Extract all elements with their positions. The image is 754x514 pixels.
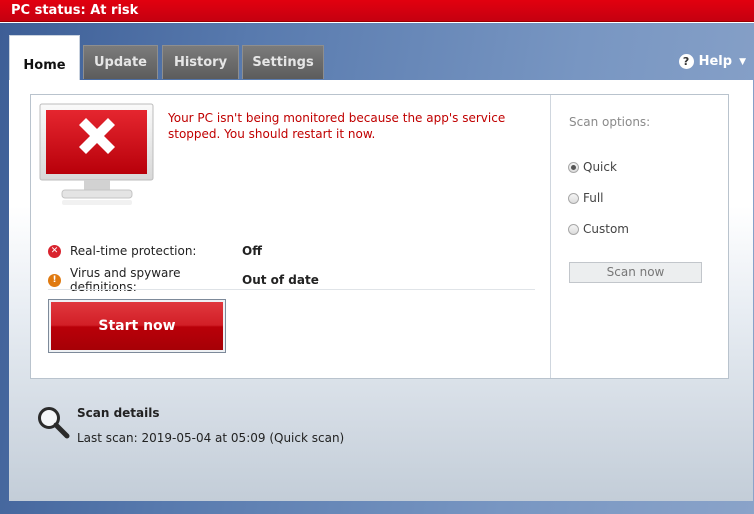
magnifier-icon bbox=[38, 407, 70, 439]
help-button[interactable]: ? Help ▼ bbox=[678, 54, 746, 69]
start-now-label: Start now bbox=[51, 302, 223, 350]
tab-update-label: Update bbox=[94, 55, 147, 70]
scan-option-custom[interactable]: Custom bbox=[568, 222, 629, 236]
status-label: Real-time protection: bbox=[70, 244, 197, 258]
error-icon: ✕ bbox=[48, 244, 61, 258]
radio-label: Custom bbox=[583, 222, 629, 236]
radio-button[interactable] bbox=[568, 161, 579, 173]
radio-label: Quick bbox=[583, 160, 617, 174]
radio-button[interactable] bbox=[568, 223, 579, 235]
help-icon: ? bbox=[678, 54, 694, 69]
red-x-monitor-icon bbox=[39, 103, 154, 205]
tab-history-label: History bbox=[173, 55, 228, 70]
last-scan-line: Last scan: 2019-05-04 at 05:09 (Quick sc… bbox=[77, 431, 344, 445]
radio-button[interactable] bbox=[568, 192, 579, 204]
status-panel: Your PC isn't being monitored because th… bbox=[30, 94, 729, 379]
last-scan-value: 2019-05-04 at 05:09 (Quick scan) bbox=[141, 431, 345, 445]
tab-settings[interactable]: Settings bbox=[242, 45, 324, 79]
status-value: Out of date bbox=[242, 273, 319, 287]
scan-now-button[interactable]: Scan now bbox=[569, 262, 702, 283]
tab-history[interactable]: History bbox=[162, 45, 239, 79]
title-bar: PC status: At risk bbox=[0, 0, 754, 22]
last-scan-label: Last scan: bbox=[77, 431, 138, 445]
tab-home[interactable]: Home bbox=[9, 35, 80, 81]
window-title: PC status: At risk bbox=[11, 3, 139, 18]
alert-message: Your PC isn't being monitored because th… bbox=[168, 111, 506, 141]
scan-options-title: Scan options: bbox=[569, 115, 651, 129]
radio-label: Full bbox=[583, 191, 604, 205]
scan-option-quick[interactable]: Quick bbox=[568, 160, 617, 174]
scan-details-title: Scan details bbox=[77, 406, 160, 420]
divider bbox=[48, 289, 535, 290]
status-value: Off bbox=[242, 244, 262, 258]
scan-option-full[interactable]: Full bbox=[568, 191, 604, 205]
tab-home-label: Home bbox=[23, 58, 66, 73]
tab-update[interactable]: Update bbox=[83, 45, 158, 79]
status-row-realtime: ✕ Real-time protection: Off bbox=[48, 244, 262, 258]
panel-divider bbox=[550, 95, 551, 378]
start-now-button[interactable]: Start now bbox=[48, 299, 226, 353]
tab-settings-label: Settings bbox=[252, 55, 314, 70]
chevron-down-icon: ▼ bbox=[739, 56, 746, 67]
app-window: Home Update History Settings ? Help ▼ Yo… bbox=[0, 23, 754, 514]
help-label: Help bbox=[698, 54, 733, 69]
warning-icon: ! bbox=[48, 273, 61, 287]
home-content: Your PC isn't being monitored because th… bbox=[9, 80, 753, 501]
